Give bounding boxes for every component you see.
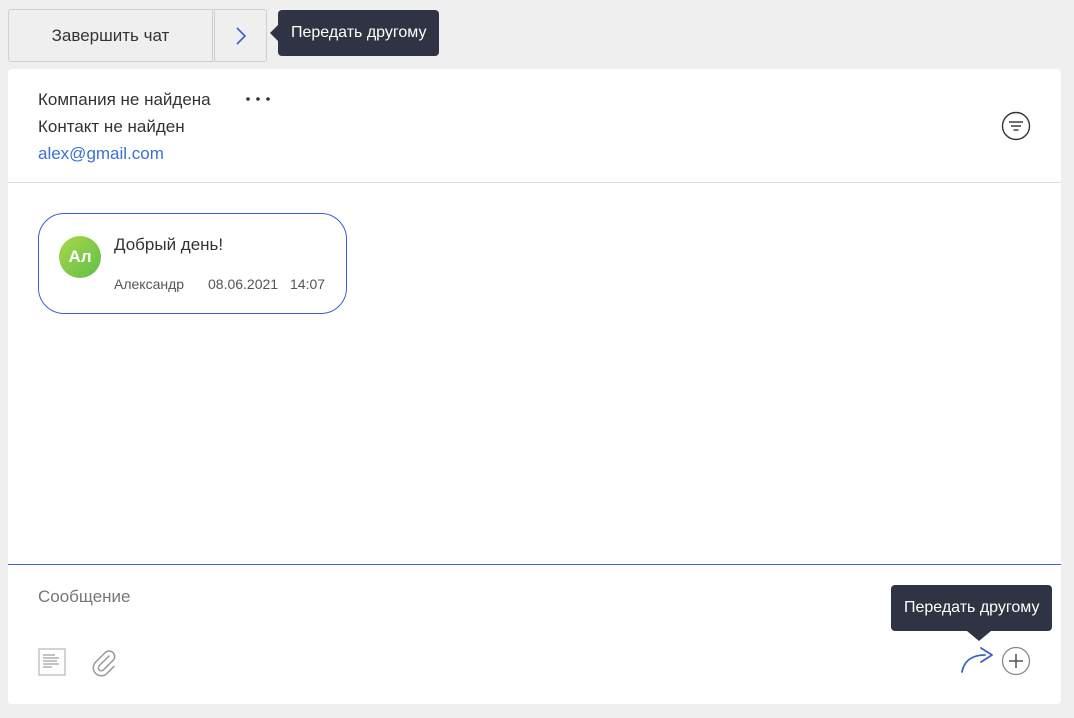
filter-icon[interactable] — [1001, 111, 1031, 141]
transfer-tooltip-bottom: Передать другому — [891, 585, 1053, 641]
message-time: 14:07 — [290, 276, 326, 292]
chevron-right-icon — [235, 26, 246, 45]
template-icon[interactable] — [38, 648, 66, 676]
company-label: Компания не найдена — [38, 90, 211, 109]
message-list: Ал Добрый день! Александр 08.06.2021 14:… — [8, 183, 1061, 565]
avatar: Ал — [59, 236, 101, 278]
message-text: Добрый день! — [114, 235, 224, 254]
add-icon[interactable] — [1001, 646, 1031, 676]
message-bubble: Ал Добрый день! Александр 08.06.2021 14:… — [38, 213, 347, 314]
end-chat-button[interactable]: Завершить чат — [8, 9, 213, 62]
message-input[interactable] — [38, 585, 838, 609]
message-author: Александр — [114, 276, 185, 292]
chat-header: Компания не найдена Контакт не найден al… — [8, 69, 1061, 183]
contact-label: Контакт не найден — [38, 117, 185, 136]
paperclip-icon[interactable] — [88, 647, 118, 677]
transfer-tooltip-top: Передать другому — [269, 10, 440, 56]
transfer-chevron-button[interactable] — [214, 9, 267, 62]
forward-arrow-icon[interactable] — [959, 645, 997, 675]
message-date: 08.06.2021 — [208, 276, 279, 292]
more-options-icon[interactable] — [244, 91, 274, 107]
email-link[interactable]: alex@gmail.com — [38, 144, 164, 164]
